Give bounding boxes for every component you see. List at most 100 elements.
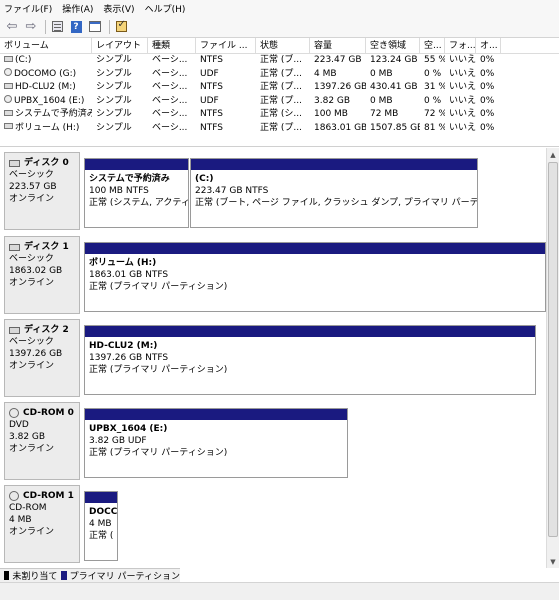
disk-type: ベーシック [9,170,54,180]
cell-filesystem: NTFS [196,122,256,136]
table-row[interactable]: システムで予約済み シンプル ベーシ... NTFS 正常 (シ... 100 MB 72 … [0,108,559,122]
partition-label: DOCC [89,507,117,517]
cell-text: DOCOMO (G:) [14,68,77,79]
cell-text: ボリューム (H:) [15,122,80,133]
primary-partition-swatch [61,571,67,580]
cell-text: いいえ [449,82,476,92]
cell-free-space: 123.24 GB [366,54,420,68]
cell-status: 正常 (プ... [256,95,310,109]
cell-text: 1863.01 GB [314,122,366,133]
column-header-status[interactable]: 状態 [256,38,310,53]
column-header-type[interactable]: 種類 [148,38,196,53]
disk-label[interactable]: CD-ROM 0 DVD 3.82 GB オンライン [4,402,80,480]
disk-size: 4 MB [9,515,32,525]
window-icon-shape [89,21,101,32]
disk-drive-icon [9,243,20,251]
scrollbar-thumb[interactable] [548,162,558,537]
scroll-down-icon[interactable]: ▼ [547,555,559,568]
table-row[interactable]: UPBX_1604 (E:) シンプル ベーシ... UDF 正常 (プ... 3.82 … [0,95,559,109]
column-header-free-percent[interactable]: 空... [420,38,445,53]
column-header-filesystem[interactable]: ファイル ... [196,38,256,53]
scroll-up-icon[interactable]: ▲ [547,148,559,161]
cd-drive-icon [9,408,19,418]
disk-label[interactable]: ディスク 1 ベーシック 1863.02 GB オンライン [4,236,80,314]
cell-text: 0 MB [370,95,393,106]
column-header-free-space[interactable]: 空き領域 [366,38,420,53]
cell-fault-tolerance: いいえ [445,68,476,82]
partition-block[interactable]: ボリューム (H:) 1863.01 GB NTFS 正常 (プライマリ パーティシ… [84,242,546,312]
table-row[interactable]: ボリューム (H:) シンプル ベーシ... NTFS 正常 (プ... 1863.01 … [0,122,559,136]
cell-text: 4 MB [314,68,337,79]
cell-type: ベーシ... [148,54,196,68]
disk-name-text: CD-ROM 1 [23,491,74,501]
table-row[interactable]: HD-CLU2 (M:) シンプル ベーシ... NTFS 正常 (プ... 1397.2… [0,81,559,95]
partition-strip: UPBX_1604 (E:) 3.82 GB UDF 正常 (プライマリ パーティシ… [84,408,349,478]
unallocated-swatch [4,571,10,580]
disk-label[interactable]: ディスク 2 ベーシック 1397.26 GB オンライン [4,319,80,397]
volume-list-rows: (C:) シンプル ベーシ... NTFS 正常 (ブ... 223.47 GB 123.2… [0,54,559,135]
cell-text: いいえ [449,109,476,119]
cell-text: 正常 (プ... [260,68,302,79]
column-header-volume[interactable]: ボリューム [0,38,92,53]
disk-row: CD-ROM 0 DVD 3.82 GB オンライン UPBX_1604 (E:) 3.8… [4,402,534,480]
cell-text: 1507.85 GB [370,122,420,133]
partition-block[interactable]: (C:) 223.47 GB NTFS 正常 (ブート, ページ ファイル, クラッ… [190,158,478,228]
menu-view[interactable]: 表示(V) [103,2,134,15]
disk-type: DVD [9,420,29,430]
column-header-fault-tolerance[interactable]: フォ... [445,38,476,53]
table-row[interactable]: DOCOMO (G:) シンプル ベーシ... UDF 正常 (プ... 4 MB 0 MB… [0,68,559,82]
cd-drive-icon [4,95,12,103]
disk-drive-icon [9,159,20,167]
properties-icon[interactable] [49,19,65,35]
column-header-capacity[interactable]: 容量 [310,38,366,53]
partition-block[interactable]: DOCC 4 MB 正常 ( [84,491,118,561]
window-icon[interactable] [87,19,103,35]
disk-label[interactable]: ディスク 0 ベーシック 223.57 GB オンライン [4,152,80,230]
column-header-overhead[interactable]: オ... [476,38,501,53]
cell-text: 31 % [424,82,445,92]
partition-block[interactable]: HD-CLU2 (M:) 1397.26 GB NTFS 正常 (プライマリ パーテ… [84,325,536,395]
partition-info: (C:) 223.47 GB NTFS 正常 (ブート, ページ ファイル, クラッ… [191,170,477,209]
partition-info: システムで予約済み 100 MB NTFS 正常 (システム, アクティ [85,170,188,209]
cell-layout: シンプル [92,68,148,82]
cell-layout: シンプル [92,122,148,136]
menu-file[interactable]: ファイル(F) [4,2,52,15]
cell-volume: DOCOMO (G:) [0,68,92,82]
cell-type: ベーシ... [148,95,196,109]
cell-capacity: 4 MB [310,68,366,82]
menu-action[interactable]: 操作(A) [62,2,93,15]
cell-free-space: 430.41 GB [366,81,420,95]
check-icon[interactable] [113,19,129,35]
partition-label: (C:) [195,174,214,184]
partition-info: HD-CLU2 (M:) 1397.26 GB NTFS 正常 (プライマリ パーテ… [85,337,535,376]
cell-text: UDF [200,68,219,79]
partition-block[interactable]: UPBX_1604 (E:) 3.82 GB UDF 正常 (プライマリ パーティシ… [84,408,348,478]
vertical-scrollbar[interactable]: ▲ ▼ [546,148,559,568]
cell-filesystem: UDF [196,95,256,109]
table-row[interactable]: (C:) シンプル ベーシ... NTFS 正常 (ブ... 223.47 GB 123.2… [0,54,559,68]
legend-primary-partition: プライマリ パーティション [69,572,180,582]
partition-status: 正常 ( [89,531,114,541]
cell-capacity: 1863.01 GB [310,122,366,136]
cell-text: (C:) [15,55,32,65]
cell-layout: シンプル [92,54,148,68]
disk-status: オンライン [9,361,55,371]
disk-status: オンライン [9,444,55,454]
forward-arrow-icon[interactable]: ⇨ [23,19,39,35]
cell-text: シンプル [96,82,132,92]
disk-row: ディスク 2 ベーシック 1397.26 GB オンライン HD-CLU2 (M:) 13… [4,319,536,397]
back-arrow-icon[interactable]: ⇦ [4,19,20,35]
cell-overhead: 0% [476,68,501,82]
menu-help[interactable]: ヘルプ(H) [145,2,186,15]
partition-label: UPBX_1604 (E:) [89,424,168,434]
cell-capacity: 1397.26 GB [310,81,366,95]
partition-block[interactable]: システムで予約済み 100 MB NTFS 正常 (システム, アクティ [84,158,189,228]
column-header-layout[interactable]: レイアウト [92,38,148,53]
disk-size: 3.82 GB [9,432,46,442]
cell-capacity: 223.47 GB [310,54,366,68]
cell-text: 223.47 GB [314,55,362,65]
disk-status: オンライン [9,527,55,537]
disk-label[interactable]: CD-ROM 1 CD-ROM 4 MB オンライン [4,485,80,563]
help-icon[interactable]: ? [68,19,84,35]
cell-text: シンプル [96,109,132,119]
